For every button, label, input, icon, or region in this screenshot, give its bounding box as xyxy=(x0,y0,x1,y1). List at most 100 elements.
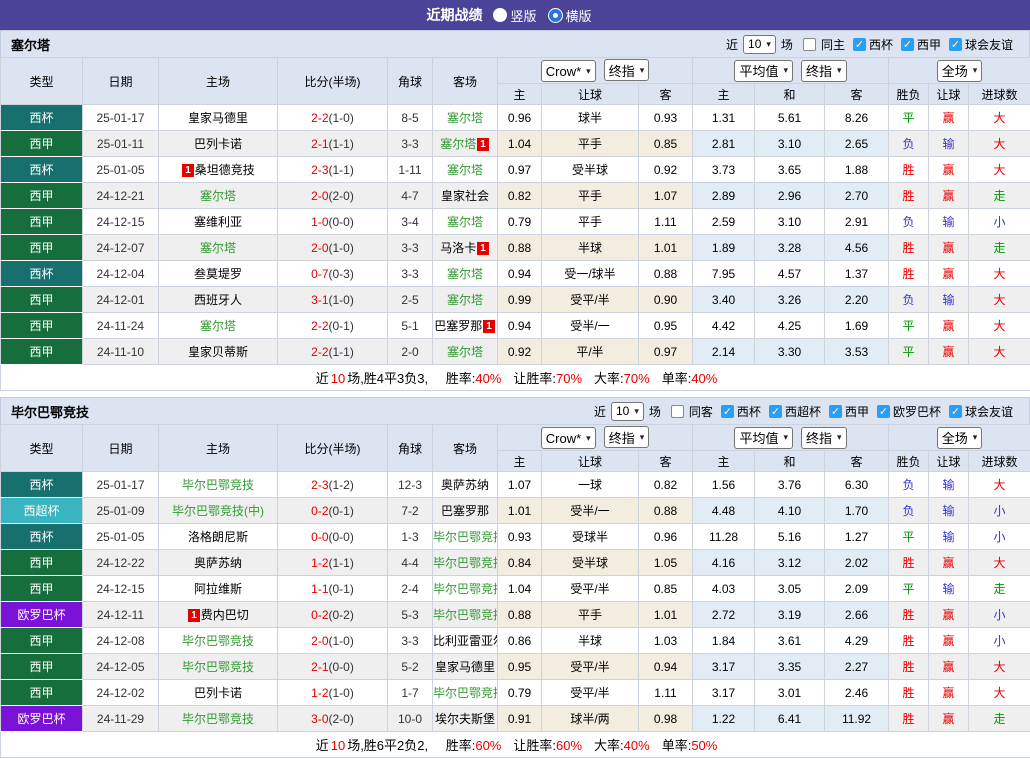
summary-stat-label: 大率: xyxy=(594,738,624,753)
result-handicap-cell: 赢 xyxy=(929,235,969,261)
date-cell: 24-12-04 xyxy=(83,261,159,287)
result-outcome-cell: 平 xyxy=(889,105,929,131)
fulltime-score: 2-3 xyxy=(311,163,328,177)
summary-stat-label: 大率: xyxy=(594,371,624,386)
league-tag: 西甲 xyxy=(1,550,83,576)
away-team-cell: 皇家社会 xyxy=(433,183,498,209)
odds-index-mode-select-value: 终指 xyxy=(609,428,635,447)
average-odds-select[interactable]: 平均值▾ xyxy=(734,427,793,449)
match-row: 西杯25-01-051桑坦德竞技2-3(1-1)1-11塞尔塔0.97受半球0.… xyxy=(1,157,1030,183)
match-row: 西甲25-01-11巴列卡诺2-1(1-1)3-3塞尔塔11.04平手0.852… xyxy=(1,131,1030,157)
radio-vertical-layout[interactable] xyxy=(494,9,506,21)
league-filter-checkbox[interactable]: ✓ xyxy=(901,38,914,51)
fulltime-score: 2-1 xyxy=(311,660,328,674)
subheader-odds-away: 客 xyxy=(639,451,693,472)
odds-company-select-value: Crow* xyxy=(546,64,581,79)
handicap-line-cell: 受一/球半 xyxy=(542,261,639,287)
result-goals-cell: 小 xyxy=(969,524,1030,550)
league-filter-checkbox[interactable]: ✓ xyxy=(949,38,962,51)
corners-cell: 5-2 xyxy=(388,654,433,680)
home-team-cell: 皇家马德里 xyxy=(159,105,278,131)
away-team-name: 毕尔巴鄂竞技 xyxy=(433,608,498,622)
away-team-cell: 毕尔巴鄂竞技 xyxy=(433,680,498,706)
match-row: 西甲24-12-15阿拉维斯1-1(0-1)2-4毕尔巴鄂竞技1.04受平/半0… xyxy=(1,576,1030,602)
home-team-name: 奥萨苏纳 xyxy=(194,556,242,570)
league-filter-checkbox[interactable]: ✓ xyxy=(877,405,890,418)
avg-draw-cell: 2.96 xyxy=(755,183,825,209)
result-handicap-cell: 输 xyxy=(929,287,969,313)
match-scope-select[interactable]: 全场▾ xyxy=(937,60,983,82)
result-outcome-cell: 胜 xyxy=(889,261,929,287)
league-tag: 西甲 xyxy=(1,235,83,261)
result-handicap-cell: 输 xyxy=(929,498,969,524)
match-row: 西甲24-11-24塞尔塔2-2(0-1)5-1巴塞罗那10.94受半/一0.9… xyxy=(1,313,1030,339)
handicap-line-cell: 球半 xyxy=(542,105,639,131)
date-cell: 25-01-17 xyxy=(83,472,159,498)
radio-horizontal-label: 横版 xyxy=(566,6,592,25)
result-outcome-cell: 负 xyxy=(889,131,929,157)
recent-count-select[interactable]: 10▾ xyxy=(611,402,644,421)
halftime-score: (0-1) xyxy=(329,319,354,333)
avg-home-cell: 1.31 xyxy=(693,105,755,131)
recent-count-select[interactable]: 10 ▾ xyxy=(743,35,776,54)
odds-index-mode-select-value: 终指 xyxy=(609,61,635,80)
away-team-name: 毕尔巴鄂竞技 xyxy=(433,556,498,570)
away-odds-cell: 0.95 xyxy=(639,313,693,339)
date-cell: 24-12-01 xyxy=(83,287,159,313)
chevron-down-icon: ▾ xyxy=(766,39,771,50)
section-header: 塞尔塔 近10▾场同主✓西杯✓西甲✓球会友谊 xyxy=(0,30,1030,57)
same-venue-checkbox[interactable] xyxy=(803,38,816,51)
average-odds-select[interactable]: 平均值▾ xyxy=(734,60,793,82)
away-odds-cell: 0.85 xyxy=(639,131,693,157)
match-filters: 近10▾场同主✓西杯✓西甲✓球会友谊 xyxy=(724,35,1015,54)
halftime-score: (0-2) xyxy=(329,608,354,622)
home-team-name: 毕尔巴鄂竞技 xyxy=(182,478,254,492)
avg-home-cell: 1.22 xyxy=(693,706,755,732)
date-cell: 25-01-17 xyxy=(83,105,159,131)
same-venue-checkbox[interactable] xyxy=(671,405,684,418)
fulltime-score: 0-7 xyxy=(311,267,328,281)
odds-company-select[interactable]: Crow*▾ xyxy=(541,60,596,82)
recent-count-select-value: 10 xyxy=(748,37,761,51)
home-odds-cell: 0.97 xyxy=(498,157,542,183)
league-tag: 西甲 xyxy=(1,628,83,654)
league-filter-checkbox[interactable]: ✓ xyxy=(769,405,782,418)
home-team-cell: 巴列卡诺 xyxy=(159,131,278,157)
average-index-mode-select[interactable]: 终指▾ xyxy=(801,60,847,82)
odds-company-select[interactable]: Crow*▾ xyxy=(541,427,596,449)
avg-home-cell: 2.59 xyxy=(693,209,755,235)
away-odds-cell: 0.88 xyxy=(639,261,693,287)
odds-index-mode-select[interactable]: 终指▾ xyxy=(604,59,650,81)
fulltime-score: 1-0 xyxy=(311,215,328,229)
result-goals-cell: 小 xyxy=(969,498,1030,524)
away-team-cell: 马洛卡1 xyxy=(433,235,498,261)
away-team-name: 塞尔塔 xyxy=(440,137,476,151)
league-tag: 欧罗巴杯 xyxy=(1,706,83,732)
halftime-score: (1-0) xyxy=(329,686,354,700)
league-tag: 西杯 xyxy=(1,105,83,131)
avg-away-cell: 2.65 xyxy=(825,131,889,157)
match-row: 西超杯25-01-09毕尔巴鄂竞技(中)0-2(0-1)7-2巴塞罗那1.01受… xyxy=(1,498,1030,524)
league-filter-checkbox[interactable]: ✓ xyxy=(853,38,866,51)
result-handicap-cell: 赢 xyxy=(929,183,969,209)
away-odds-cell: 0.93 xyxy=(639,105,693,131)
result-handicap-cell: 赢 xyxy=(929,602,969,628)
match-scope-select[interactable]: 全场▾ xyxy=(937,427,983,449)
average-index-mode-select-value: 终指 xyxy=(806,428,832,447)
league-filter-checkbox[interactable]: ✓ xyxy=(721,405,734,418)
radio-horizontal-layout[interactable] xyxy=(549,9,562,22)
away-team-name: 毕尔巴鄂竞技 xyxy=(433,530,498,544)
away-team-name: 毕尔巴鄂竞技 xyxy=(433,582,498,596)
avg-draw-cell: 4.25 xyxy=(755,313,825,339)
league-filter-checkbox[interactable]: ✓ xyxy=(949,405,962,418)
away-odds-cell: 0.82 xyxy=(639,472,693,498)
fulltime-score: 2-0 xyxy=(311,634,328,648)
date-cell: 24-12-21 xyxy=(83,183,159,209)
match-row: 西甲24-12-08毕尔巴鄂竞技2-0(1-0)3-3比利亚雷亚尔0.86半球1… xyxy=(1,628,1030,654)
date-cell: 24-11-24 xyxy=(83,313,159,339)
average-index-mode-select[interactable]: 终指▾ xyxy=(801,427,847,449)
league-filter-checkbox[interactable]: ✓ xyxy=(829,405,842,418)
match-row: 西甲24-12-01西班牙人3-1(1-0)2-5塞尔塔0.99受平/半0.90… xyxy=(1,287,1030,313)
fulltime-score: 0-2 xyxy=(311,608,328,622)
odds-index-mode-select[interactable]: 终指▾ xyxy=(604,426,650,448)
